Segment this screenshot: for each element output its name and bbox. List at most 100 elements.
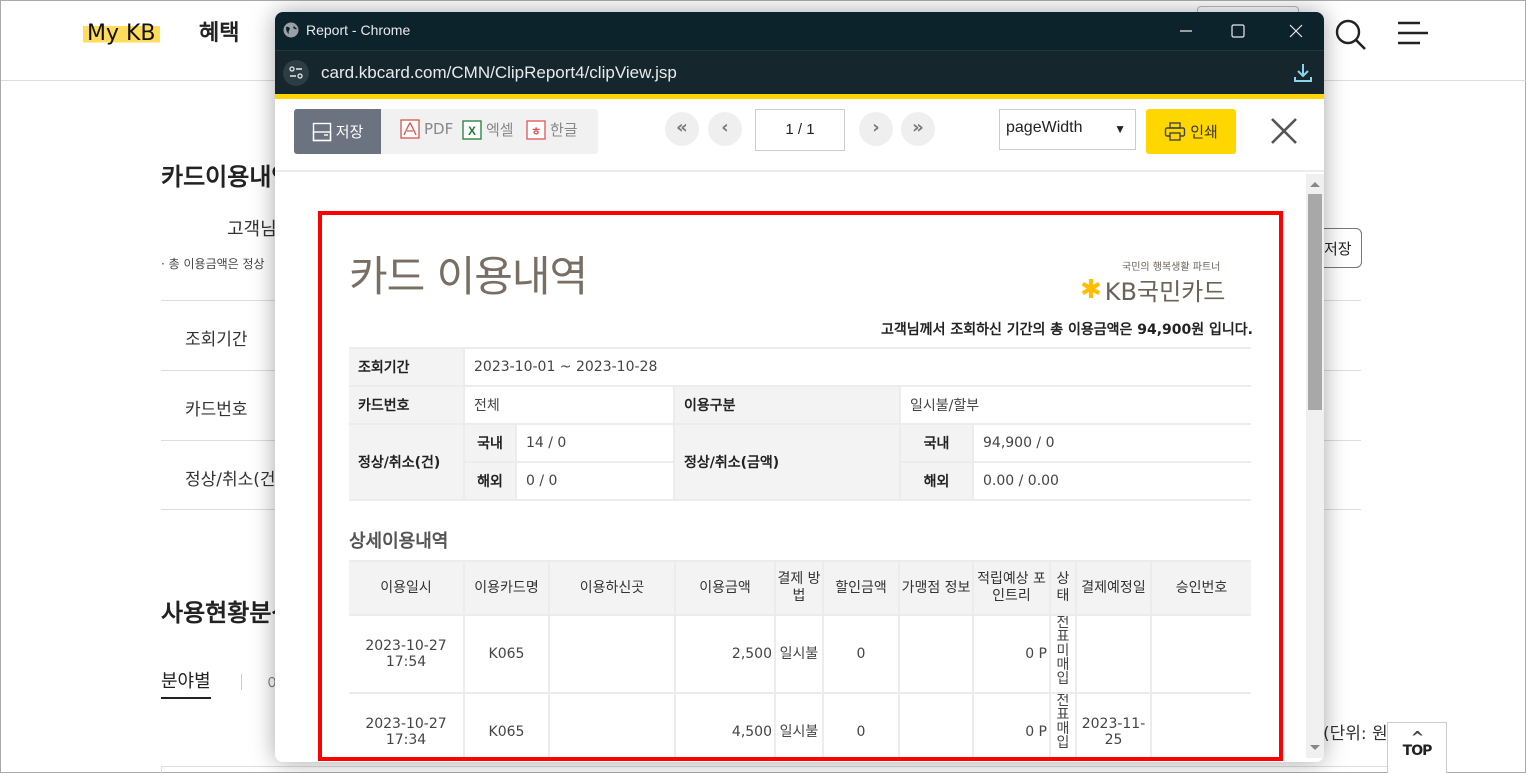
overseas-label: 해외 — [464, 461, 517, 501]
total-note: · 총 이용금액은 정상 — [161, 257, 265, 271]
overseas-label: 해외 — [899, 461, 974, 501]
cell-merchant — [548, 692, 676, 757]
mykb-logo[interactable]: My KB — [83, 21, 160, 46]
window-titlebar[interactable]: Report - Chrome — [275, 12, 1324, 50]
col-discount: 할인금액 — [822, 560, 900, 616]
first-page-button[interactable]: « — [665, 112, 699, 146]
cell-merchant — [548, 614, 676, 694]
print-button[interactable]: 인쇄 — [1146, 109, 1236, 154]
total-summary: 고객님께서 조회하신 기간의 총 이용금액은 94,900원 입니다. — [881, 322, 1253, 338]
scroll-top-button[interactable]: ^ TOP — [1387, 722, 1447, 773]
col-due-date: 결제예정일 — [1075, 560, 1152, 616]
cell-method: 일시불 — [774, 692, 824, 757]
cell-card: K065 — [463, 692, 550, 757]
col-merchant-info: 가맹점 정보 — [898, 560, 974, 616]
printer-icon — [1164, 121, 1186, 141]
excel-icon: X — [462, 119, 482, 140]
col-amount: 이용금액 — [674, 560, 776, 616]
nav-benefit[interactable]: 혜택 — [199, 15, 239, 47]
table-row: 2023-10-27 17:54 K065 2,500 일시불 0 0 P 전표… — [349, 614, 1251, 694]
chevron-up-icon: ^ — [1410, 728, 1424, 747]
hamburger-menu-icon[interactable] — [1396, 19, 1428, 47]
excel-button[interactable]: X 엑셀 — [462, 119, 514, 140]
amount-domestic: 94,900 / 0 — [972, 423, 1251, 463]
table-row: 카드번호 전체 이용구분 일시불/할부 — [349, 385, 1251, 425]
minimize-icon[interactable] — [1175, 20, 1197, 42]
col-points: 적립예상 포인트리 — [972, 560, 1051, 616]
cell-discount: 0 — [822, 614, 900, 694]
table-row: 정상/취소(건) 국내 14 / 0 정상/취소(금액) 국내 94,900 /… — [349, 423, 1251, 501]
maximize-icon[interactable] — [1227, 20, 1249, 42]
amount-label: 정상/취소(금액) — [673, 423, 901, 501]
last-page-button[interactable]: » — [901, 112, 935, 146]
pdf-button[interactable]: PDF — [400, 119, 453, 139]
summary-table: 조회기간 2023-10-01 ~ 2023-10-28 카드번호 전체 이용구… — [349, 347, 1251, 501]
table-header-row: 이용일시 이용카드명 이용하신곳 이용금액 결제 방법 할인금액 가맹점 정보 … — [349, 560, 1251, 616]
hwp-button[interactable]: ㅎ 한글 — [526, 119, 578, 140]
svg-text:X: X — [468, 124, 476, 138]
report-popup-window: Report - Chrome card.kbcard.com/CMN/Clip… — [275, 12, 1324, 762]
usage-type-label: 이용구분 — [673, 385, 901, 425]
report-title: 카드 이용내역 — [349, 252, 588, 301]
cell-datetime: 2023-10-27 17:34 — [349, 692, 465, 757]
hwp-icon: ㅎ — [526, 119, 546, 140]
page-number-input[interactable]: 1 / 1 — [755, 109, 845, 151]
cell-merchant-info — [898, 614, 974, 694]
tab-by-category[interactable]: 분야별 — [161, 667, 211, 699]
domestic-label: 국내 — [463, 423, 517, 463]
globe-icon — [283, 22, 299, 38]
vertical-scrollbar[interactable] — [1306, 174, 1324, 758]
cell-card: K065 — [463, 614, 550, 694]
scroll-down-arrow[interactable] — [1310, 745, 1320, 750]
report-page: 카드 이용내역 국민의 행복생활 파트너 ✱ KB국민카드 고객님께서 조회하신… — [318, 211, 1283, 761]
col-method: 결제 방법 — [774, 560, 824, 616]
next-page-button[interactable]: › — [859, 112, 893, 146]
address-bar: card.kbcard.com/CMN/ClipReport4/clipView… — [275, 50, 1324, 94]
col-approval: 승인번호 — [1150, 560, 1251, 616]
svg-text:ㅎ: ㅎ — [531, 125, 541, 138]
kb-card-logo: ✱ KB국민카드 — [1080, 274, 1226, 307]
prev-page-button[interactable]: ‹ — [708, 112, 742, 146]
section-title-analysis: 사용현황분석 — [161, 599, 294, 627]
period-value: 2023-10-01 ~ 2023-10-28 — [463, 347, 1251, 387]
zoom-mode-select[interactable]: pageWidth ▼ — [999, 109, 1136, 150]
download-icon[interactable] — [1292, 62, 1314, 84]
chevron-down-icon: ▼ — [1114, 122, 1126, 136]
cell-datetime: 2023-10-27 17:54 — [349, 614, 465, 694]
unit-label: (단위: 원) — [1323, 724, 1395, 744]
cell-due-date: 2023-11-25 — [1075, 692, 1152, 757]
usage-type-value: 일시불/할부 — [899, 385, 1251, 425]
detail-section-title: 상세이용내역 — [349, 531, 449, 552]
amount-overseas: 0.00 / 0.00 — [972, 461, 1251, 501]
col-card: 이용카드명 — [463, 560, 550, 616]
double-chevron-right-icon: » — [912, 117, 924, 138]
site-info-icon[interactable] — [283, 60, 309, 86]
col-merchant: 이용하신곳 — [548, 560, 676, 616]
cell-merchant-info — [898, 692, 974, 757]
url-text[interactable]: card.kbcard.com/CMN/ClipReport4/clipView… — [321, 63, 677, 83]
cell-status: 전표미매입 — [1049, 614, 1077, 694]
section-title: 카드이용내역 — [161, 163, 294, 191]
save-report-button[interactable]: 저장 — [294, 109, 381, 154]
cell-amount: 4,500 — [674, 692, 776, 757]
report-viewer: 카드 이용내역 국민의 행복생활 파트너 ✱ KB국민카드 고객님께서 조회하신… — [275, 174, 1324, 762]
table-row: 2023-10-27 17:34 K065 4,500 일시불 0 0 P 전표… — [349, 692, 1251, 757]
kb-star-icon: ✱ — [1080, 274, 1102, 305]
brand-slogan: 국민의 행복생활 파트너 — [1122, 262, 1221, 273]
close-window-icon[interactable] — [1285, 20, 1307, 42]
window-title: Report - Chrome — [306, 22, 411, 38]
cell-discount: 0 — [822, 692, 900, 757]
search-icon[interactable] — [1333, 17, 1369, 53]
scrollbar-thumb[interactable] — [1308, 194, 1322, 410]
cell-approval — [1150, 614, 1251, 694]
period-label: 조회기간 — [349, 347, 465, 387]
chevron-right-icon: › — [872, 117, 880, 138]
cell-status: 전표매입 — [1049, 692, 1077, 757]
tab-separator — [241, 674, 242, 690]
col-status: 상태 — [1049, 560, 1077, 616]
scroll-up-arrow[interactable] — [1310, 182, 1320, 187]
analysis-table — [161, 766, 1391, 773]
close-viewer-icon[interactable] — [1269, 116, 1299, 146]
cell-amount: 2,500 — [674, 614, 776, 694]
pdf-icon — [400, 119, 420, 139]
